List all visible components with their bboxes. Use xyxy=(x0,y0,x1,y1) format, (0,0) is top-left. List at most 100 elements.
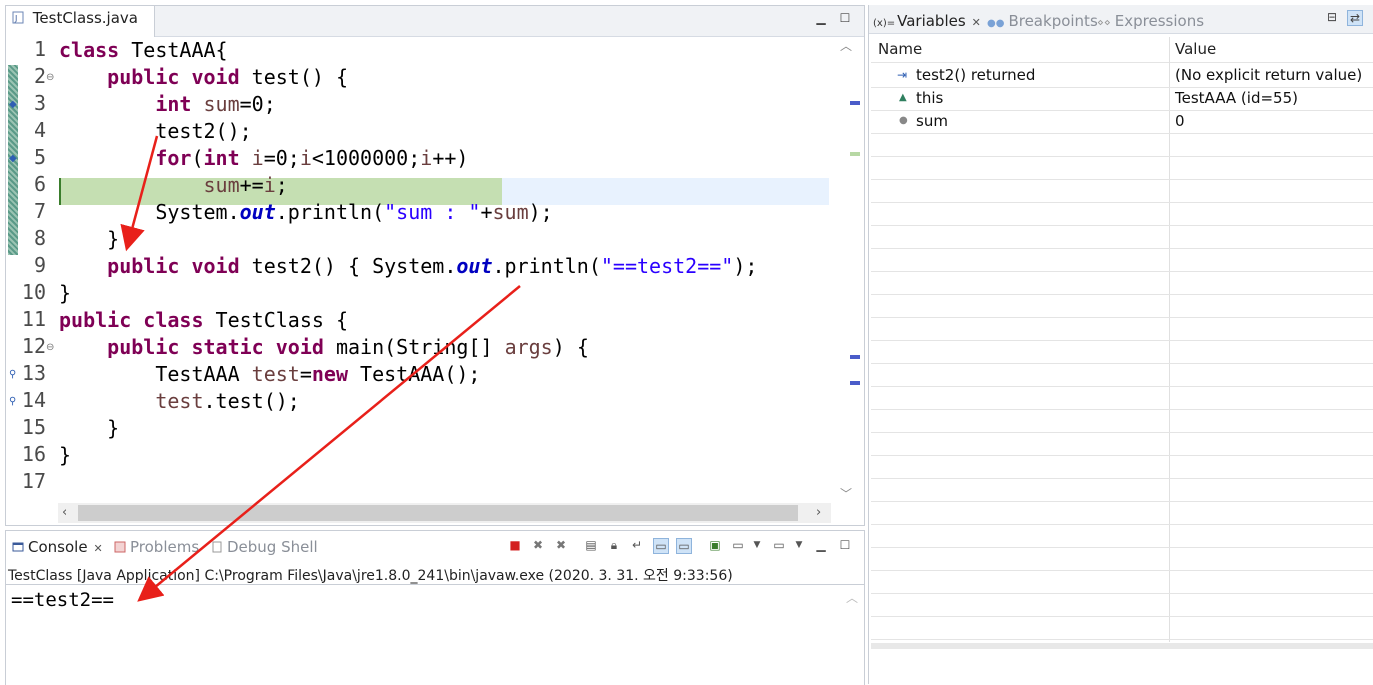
console-icon xyxy=(12,536,24,552)
empty-row xyxy=(871,133,1373,157)
line-number: 4 xyxy=(33,118,46,142)
tab-console[interactable]: Console ✕ xyxy=(12,535,103,559)
line-number: 12 xyxy=(21,334,46,358)
code-line: TestAAA test=new TestAAA(); xyxy=(155,362,481,386)
show-console-on-stdout-icon[interactable]: ▭ xyxy=(653,538,669,554)
close-icon[interactable]: ✕ xyxy=(94,542,103,555)
variable-row[interactable]: ⇥ test2() returned (No explicit return v… xyxy=(871,64,1373,88)
code-line: } xyxy=(59,281,72,305)
maximize-icon[interactable]: ☐ xyxy=(838,538,852,552)
breakpoint-icon[interactable]: ◆ xyxy=(9,153,17,164)
code-line: test.test(); xyxy=(155,389,300,413)
tab-testclass-java[interactable]: J TestClass.java ✕ xyxy=(6,6,155,50)
line-number: 8 xyxy=(33,226,46,250)
breakpoint-icon[interactable]: ◆ xyxy=(9,99,17,110)
expressions-icon: ⋄⋄ xyxy=(1097,16,1111,29)
minimize-icon[interactable]: ▁ xyxy=(814,11,828,25)
tab-label: TestClass.java xyxy=(32,9,138,27)
scroll-down-icon[interactable]: ﹀ xyxy=(840,485,852,502)
breakpoints-icon: ●● xyxy=(987,18,1005,29)
breakpoint-icon[interactable]: ⚲ xyxy=(9,369,16,380)
scroll-left-icon[interactable]: ‹ xyxy=(62,505,67,520)
scroll-right-icon[interactable]: › xyxy=(816,505,821,520)
column-header-value[interactable]: Value xyxy=(1175,40,1216,58)
empty-row xyxy=(871,317,1373,341)
chevron-down-icon[interactable]: ▼ xyxy=(792,538,806,552)
display-console-icon[interactable]: ▭ xyxy=(731,538,745,552)
minimize-icon[interactable]: ▁ xyxy=(814,538,828,552)
fold-icon[interactable]: ⊖ xyxy=(46,72,54,83)
empty-row xyxy=(871,524,1373,548)
code-line: public void test() { xyxy=(107,65,349,89)
scroll-up-icon[interactable]: ︿ xyxy=(846,589,858,606)
show-type-names-icon[interactable]: ⇄ xyxy=(1347,10,1363,26)
empty-row xyxy=(871,478,1373,502)
clear-console-icon[interactable]: ▤ xyxy=(584,538,598,552)
terminate-icon[interactable]: ■ xyxy=(508,538,522,552)
code-line: sum+=i; xyxy=(203,173,288,197)
breakpoint-icon[interactable]: ⚲ xyxy=(9,396,16,407)
scroll-thumb[interactable] xyxy=(78,505,798,521)
show-console-on-stderr-icon[interactable]: ▭ xyxy=(676,538,692,554)
code-line: public static void main(String[] args) { xyxy=(107,335,589,359)
empty-row xyxy=(871,248,1373,272)
empty-row xyxy=(871,271,1373,295)
tab-debug-shell[interactable]: Debug Shell xyxy=(211,535,318,559)
tab-expressions[interactable]: ⋄⋄ Expressions xyxy=(1097,9,1204,33)
maximize-icon[interactable]: ☐ xyxy=(838,11,852,25)
line-number: 6 xyxy=(33,172,46,196)
empty-row xyxy=(871,547,1373,571)
chevron-down-icon[interactable]: ▼ xyxy=(750,538,764,552)
svg-text:J: J xyxy=(14,14,17,23)
overview-marker[interactable] xyxy=(850,355,860,359)
empty-row xyxy=(871,363,1373,387)
empty-row xyxy=(871,455,1373,479)
return-icon: ⇥ xyxy=(897,68,908,82)
line-number: 1 xyxy=(33,37,46,61)
details-pane-divider[interactable] xyxy=(871,643,1373,649)
variable-row[interactable]: ▲ this TestAAA (id=55) xyxy=(871,87,1373,111)
empty-row xyxy=(871,179,1373,203)
overview-marker[interactable] xyxy=(850,152,860,156)
empty-row xyxy=(871,386,1373,410)
tab-problems[interactable]: Problems xyxy=(114,535,199,559)
column-header-name[interactable]: Name xyxy=(878,40,922,58)
code-line: } xyxy=(107,416,120,440)
editor-vertical-scrollbar[interactable]: ︿ ﹀ xyxy=(832,37,862,503)
console-process-header: TestClass [Java Application] C:\Program … xyxy=(8,568,733,584)
scroll-lock-icon[interactable]: 🔒︎ xyxy=(607,538,621,552)
editor-horizontal-scrollbar[interactable]: ‹ › xyxy=(58,503,831,523)
remove-all-launches-icon[interactable]: ✖ xyxy=(554,538,568,552)
code-line: } xyxy=(107,227,120,251)
empty-row xyxy=(871,616,1373,640)
code-line: class TestAAA{ xyxy=(59,38,228,62)
tab-variables[interactable]: (x)= Variables ✕ xyxy=(873,9,981,33)
code-line: int sum=0; xyxy=(155,92,276,116)
line-number: 10 xyxy=(21,280,46,304)
empty-row xyxy=(871,501,1373,525)
remove-launch-icon[interactable]: ✖ xyxy=(531,538,545,552)
code-line: public void test2() { System.out.println… xyxy=(107,254,758,278)
tab-breakpoints[interactable]: ●● Breakpoints xyxy=(987,9,1098,33)
fold-icon[interactable]: ⊖ xyxy=(46,342,54,353)
code-line: for(int i=0;i<1000000;i++) xyxy=(155,146,469,170)
pin-console-icon[interactable]: ▣ xyxy=(708,538,722,552)
scroll-up-icon[interactable]: ︿ xyxy=(840,37,852,54)
close-icon[interactable]: ✕ xyxy=(972,16,981,29)
empty-row xyxy=(871,432,1373,456)
code-area[interactable]: class TestAAA{ public void test() { int … xyxy=(59,37,829,505)
overview-marker[interactable] xyxy=(850,101,860,105)
open-console-icon[interactable]: ▭ xyxy=(772,538,786,552)
empty-row xyxy=(871,294,1373,318)
line-number: 15 xyxy=(21,415,46,439)
console-tabbar: Console ✕ Problems Debug Shell ■ ✖ ✖ ▤ 🔒︎… xyxy=(6,531,864,559)
overview-marker[interactable] xyxy=(850,381,860,385)
line-number: 2 xyxy=(33,64,46,88)
variable-row[interactable]: ● sum 0 xyxy=(871,110,1373,134)
code-line: test2(); xyxy=(155,119,252,143)
console-output[interactable]: ==test2== xyxy=(11,589,114,611)
collapse-all-icon[interactable]: ⊟ xyxy=(1325,10,1339,24)
word-wrap-icon[interactable]: ↵ xyxy=(630,538,644,552)
empty-row xyxy=(871,225,1373,249)
code-line: } xyxy=(59,443,72,467)
